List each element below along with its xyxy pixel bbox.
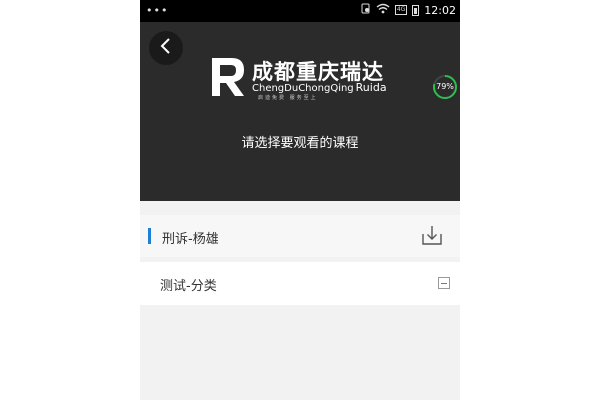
logo-name-en-2: Ruida (355, 81, 387, 94)
back-button[interactable] (149, 31, 183, 65)
logo-name-en-1: ChengDuChongQing (252, 83, 354, 94)
status-icons: 4G 12:02 (361, 3, 456, 17)
logo-mark-icon (210, 56, 248, 98)
progress-label: 79% (436, 82, 454, 91)
download-button[interactable] (420, 223, 444, 247)
notification-icon (361, 3, 371, 17)
course-section-title: 刑诉-杨雄 (162, 232, 219, 247)
download-icon (422, 226, 442, 245)
category-row[interactable]: 测试-分类 (140, 262, 460, 305)
sim-icon: 4G (394, 5, 408, 15)
logo-slogan: 启迪免费 服务至上 (258, 95, 318, 101)
battery-icon (412, 4, 420, 16)
back-icon (159, 37, 173, 59)
course-section-header: 刑诉-杨雄 (140, 215, 460, 257)
status-dots: ••• (146, 4, 169, 17)
status-bar: ••• 4G 12:02 (140, 0, 460, 22)
category-label: 测试-分类 (160, 279, 217, 294)
select-course-prompt: 请选择要观看的课程 (241, 136, 359, 151)
logo-name-en: ChengDuChongQing Ruida (252, 81, 387, 94)
status-time: 12:02 (424, 3, 456, 17)
brand-logo: 成都重庆瑞达 ChengDuChongQing Ruida 启迪免费 服务至上 (210, 56, 400, 102)
section-accent-bar (148, 228, 151, 244)
progress-indicator: 79% (432, 74, 458, 100)
course-header: 成都重庆瑞达 ChengDuChongQing Ruida 启迪免费 服务至上 7… (140, 22, 460, 201)
content-area (140, 305, 460, 400)
collapse-icon[interactable] (438, 277, 450, 289)
wifi-icon (376, 3, 390, 17)
phone-screen: ••• 4G 12:02 成都重庆瑞达 ChengDuChongQing Rui… (140, 0, 460, 400)
